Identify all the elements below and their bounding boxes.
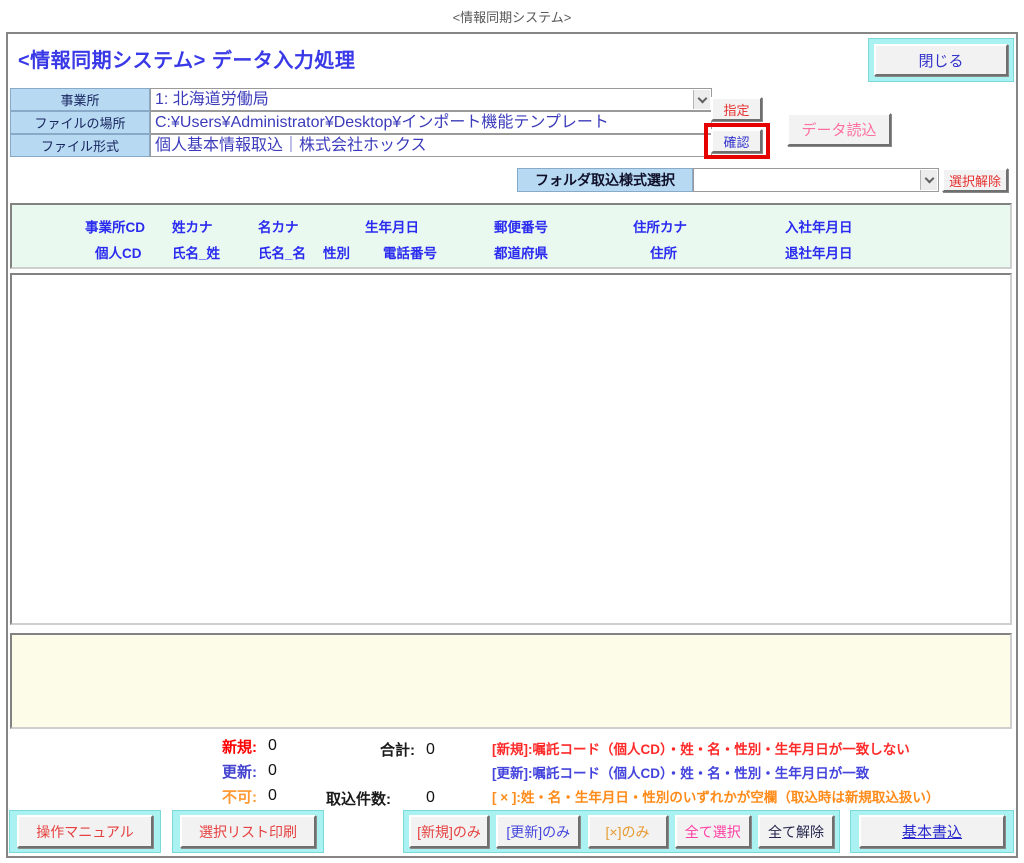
stat-invalid-label: 不可: <box>222 786 257 807</box>
column-header: 名カナ <box>258 216 299 236</box>
manual-button[interactable]: 操作マニュアル <box>17 815 153 848</box>
file-format-label: ファイル形式 <box>10 134 150 157</box>
column-header: 氏名_姓 <box>172 242 220 262</box>
column-header: 退社年月日 <box>785 242 853 262</box>
office-label: 事業所 <box>10 88 150 111</box>
close-button[interactable]: 閉じる <box>874 44 1008 76</box>
stat-update-label: 更新: <box>222 761 257 782</box>
column-header: 氏名_名 <box>258 242 306 262</box>
close-button-frame: 閉じる <box>868 38 1014 82</box>
write-basic-button-frame: 基本書込 <box>850 810 1014 853</box>
stat-total-value: 0 <box>426 741 435 759</box>
message-area <box>10 633 1012 729</box>
write-basic-label: 基本書込 <box>902 821 962 842</box>
column-header: 性別 <box>323 242 350 262</box>
clear-selection-button[interactable]: 選択解除 <box>942 168 1008 192</box>
file-path-field[interactable]: C:¥Users¥Administrator¥Desktop¥インポート機能テン… <box>150 111 712 134</box>
grid-header: 事業所CD 姓カナ 名カナ 生年月日 郵便番号 住所カナ 入社年月日 個人CD … <box>10 203 1012 269</box>
page-title: <情報同期システム> データ入力処理 <box>18 44 355 73</box>
only-x-button[interactable]: [×]のみ <box>588 815 668 848</box>
folder-style-select-arrow[interactable] <box>920 170 937 190</box>
office-value: 1: 北海道労働局 <box>155 91 269 108</box>
print-list-button-frame: 選択リスト印刷 <box>172 810 324 853</box>
only-new-button[interactable]: [新規]のみ <box>409 815 489 848</box>
select-all-button[interactable]: 全て選択 <box>675 815 751 848</box>
column-header: 郵便番号 <box>494 216 548 236</box>
file-path-label: ファイルの場所 <box>10 111 150 134</box>
chevron-down-icon <box>924 174 934 184</box>
column-header: 姓カナ <box>172 216 213 236</box>
column-header: 生年月日 <box>365 216 419 236</box>
window-caption: <情報同期システム> <box>0 7 1024 26</box>
office-select[interactable]: 1: 北海道労働局 <box>150 88 712 111</box>
file-format-value: 個人基本情報取込｜株式会社ホックス <box>155 137 427 154</box>
stat-new-value: 0 <box>268 737 277 755</box>
main-panel: <情報同期システム> データ入力処理 閉じる 事業所 1: 北海道労働局 ファイ… <box>6 32 1018 858</box>
column-header: 都道府県 <box>494 242 548 262</box>
write-basic-button[interactable]: 基本書込 <box>859 815 1005 848</box>
manual-button-frame: 操作マニュアル <box>9 810 161 853</box>
column-header: 入社年月日 <box>785 216 853 236</box>
stat-new-label: 新規: <box>222 736 257 757</box>
folder-style-label: フォルダ取込様式選択 <box>517 168 693 192</box>
legend-new: [新規]:嘱託コード（個人CD）・姓・名・性別・生年月日が一致しない <box>492 738 910 758</box>
column-header: 住所 <box>650 242 677 262</box>
only-update-button[interactable]: [更新]のみ <box>496 815 580 848</box>
column-header: 住所カナ <box>633 216 687 236</box>
file-format-field[interactable]: 個人基本情報取込｜株式会社ホックス <box>150 134 712 157</box>
chevron-down-icon <box>697 93 707 103</box>
stat-invalid-value: 0 <box>268 787 277 805</box>
office-select-arrow[interactable] <box>693 90 710 109</box>
record-list[interactable] <box>10 273 1012 625</box>
legend-update: [更新]:嘱託コード（個人CD）・姓・名・性別・生年月日が一致 <box>492 762 869 782</box>
legend-x: [ × ]:姓・名・生年月日・性別のいずれかが空欄（取込時は新規取込扱い） <box>492 786 939 806</box>
folder-style-select[interactable] <box>693 168 939 192</box>
stat-update-value: 0 <box>268 762 277 780</box>
stat-import-count-label: 取込件数: <box>326 788 391 809</box>
column-header: 個人CD <box>95 242 142 262</box>
load-data-button[interactable]: データ読込 <box>787 113 891 146</box>
filter-button-group: [新規]のみ [更新]のみ [×]のみ 全て選択 全て解除 <box>403 810 840 853</box>
column-header: 事業所CD <box>85 216 145 236</box>
file-path-value: C:¥Users¥Administrator¥Desktop¥インポート機能テン… <box>155 114 609 131</box>
stat-import-count-value: 0 <box>426 789 435 807</box>
confirm-button[interactable]: 確認 <box>711 129 762 153</box>
column-header: 電話番号 <box>383 242 437 262</box>
specify-button[interactable]: 指定 <box>711 97 762 121</box>
print-list-button[interactable]: 選択リスト印刷 <box>180 815 316 848</box>
clear-all-button[interactable]: 全て解除 <box>758 815 834 848</box>
stat-total-label: 合計: <box>380 739 415 760</box>
